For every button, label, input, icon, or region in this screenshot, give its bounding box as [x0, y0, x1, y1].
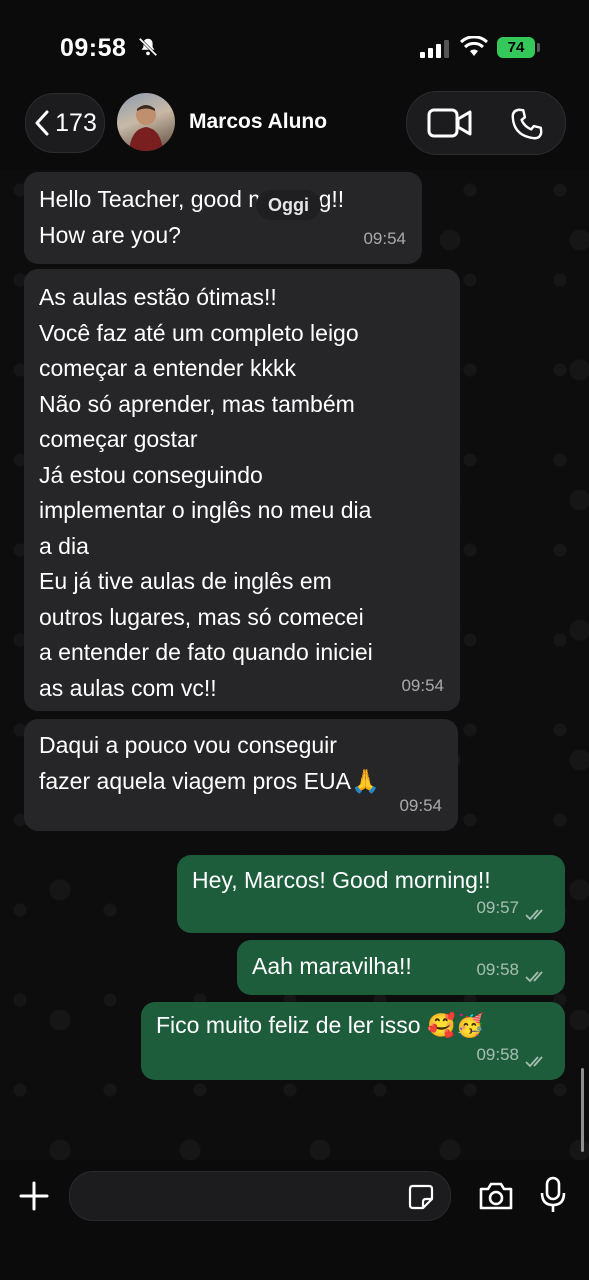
chevron-left-icon: [35, 110, 49, 136]
contact-photo: [129, 105, 163, 151]
microphone-icon[interactable]: [540, 1176, 566, 1214]
camera-icon[interactable]: [478, 1181, 514, 1211]
contact-name[interactable]: Marcos Aluno: [189, 110, 327, 134]
chat-header: 173 Marcos Aluno: [0, 88, 589, 170]
status-bar: 09:58 74: [0, 0, 589, 90]
message-incoming[interactable]: Hello Teacher, good morning!! How are yo…: [24, 172, 422, 264]
bell-slash-icon: [138, 37, 158, 57]
message-time: 09:54: [399, 795, 442, 815]
message-time: 09:58: [476, 959, 519, 979]
read-receipt-icon: [525, 909, 543, 921]
message-time: 09:54: [401, 675, 444, 695]
battery-indicator: 74: [497, 37, 535, 58]
read-receipt-icon: [525, 971, 543, 983]
message-outgoing[interactable]: Fico muito feliz de ler isso 🥰🥳 09:58: [141, 1002, 565, 1080]
message-outgoing[interactable]: Aah maravilha!! 09:58: [237, 940, 565, 995]
message-incoming[interactable]: As aulas estão ótimas!! Você faz até um …: [24, 269, 460, 711]
plus-icon[interactable]: [18, 1180, 50, 1212]
video-call-icon[interactable]: [427, 107, 473, 139]
call-actions: [406, 91, 566, 155]
cellular-signal-icon: [420, 40, 449, 58]
message-time: 09:57: [476, 897, 519, 917]
message-text: As aulas estão ótimas!! Você faz até um …: [39, 284, 373, 701]
voice-call-icon[interactable]: [509, 106, 545, 142]
wifi-icon: [460, 36, 488, 56]
message-incoming[interactable]: Daqui a pouco vou conseguir fazer aquela…: [24, 719, 458, 831]
message-time: 09:54: [363, 228, 406, 248]
back-button[interactable]: 173: [25, 93, 105, 153]
clock: 09:58: [60, 34, 127, 62]
read-receipt-icon: [525, 1056, 543, 1068]
message-time: 09:58: [476, 1044, 519, 1064]
date-separator: Oggi: [256, 190, 321, 220]
message-input[interactable]: [69, 1171, 451, 1221]
avatar[interactable]: [117, 93, 175, 151]
composer-bar: [0, 1160, 589, 1280]
scroll-indicator[interactable]: [581, 1068, 584, 1152]
sticker-icon[interactable]: [408, 1184, 434, 1210]
message-text: Daqui a pouco vou conseguir fazer aquela…: [39, 732, 380, 794]
message-outgoing[interactable]: Hey, Marcos! Good morning!! 09:57: [177, 855, 565, 933]
battery-tip: [537, 43, 540, 52]
unread-count: 173: [55, 108, 97, 137]
